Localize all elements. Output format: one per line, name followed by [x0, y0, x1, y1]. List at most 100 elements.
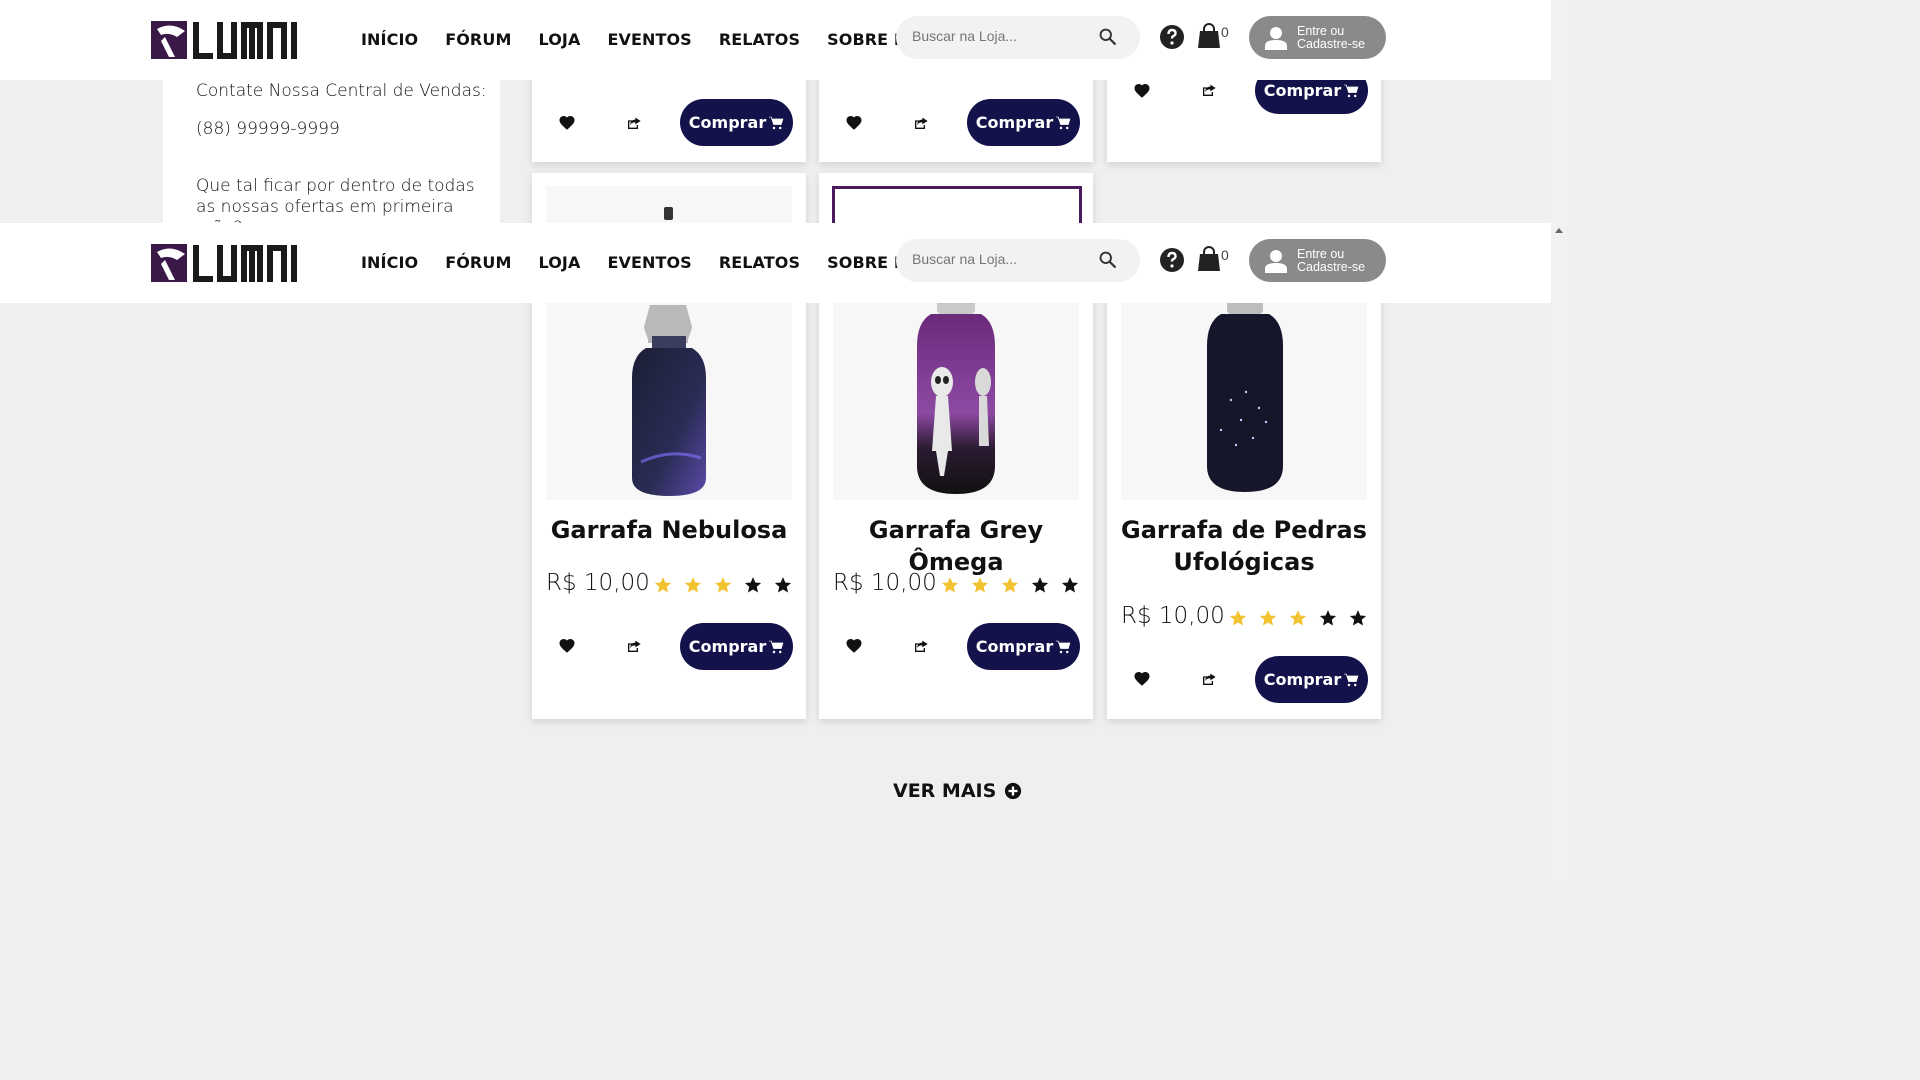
star-filled-icon[interactable]: [941, 576, 959, 594]
scrolled-view: Comprar Comprar Comprar Contate Nossa Ce…: [0, 80, 1551, 223]
nav-loja[interactable]: LOJA: [538, 30, 580, 49]
nav-relatos[interactable]: RELATOS: [719, 253, 800, 272]
heart-icon[interactable]: [558, 114, 576, 132]
nav-forum[interactable]: FÓRUM: [445, 253, 511, 272]
cart-icon: [1056, 640, 1071, 653]
product-card: Comprar: [819, 80, 1093, 162]
store-search: [896, 16, 1140, 59]
buy-button[interactable]: Comprar: [680, 99, 793, 146]
buy-button[interactable]: Comprar: [1255, 80, 1368, 114]
star-filled-icon[interactable]: [684, 576, 702, 594]
product-card: Comprar: [532, 80, 806, 162]
cart-icon: [1056, 116, 1071, 129]
nav-relatos[interactable]: RELATOS: [719, 30, 800, 49]
site-header: INÍCIO FÓRUM LOJA EVENTOS RELATOS SOBRE …: [0, 223, 1551, 303]
star-empty-icon[interactable]: [1319, 609, 1337, 627]
login-line2: Cadastre-se: [1297, 260, 1366, 274]
login-label: Entre ou Cadastre-se: [1297, 25, 1377, 51]
login-line2: Cadastre-se: [1297, 37, 1366, 51]
share-icon[interactable]: [913, 638, 929, 654]
cart-count: 0: [1221, 24, 1229, 40]
help-icon[interactable]: [1160, 248, 1184, 272]
heart-icon[interactable]: [558, 637, 576, 655]
product-name[interactable]: Garrafa Nebulosa: [532, 514, 806, 546]
product-image[interactable]: [1121, 290, 1367, 500]
buy-button-label: Comprar: [975, 113, 1054, 132]
scrollbar[interactable]: [1551, 0, 1568, 882]
scroll-up-arrow-icon[interactable]: [1553, 226, 1565, 236]
store-search: [896, 239, 1140, 282]
buy-button[interactable]: Comprar: [1255, 656, 1368, 703]
star-filled-icon[interactable]: [1001, 576, 1019, 594]
product-name[interactable]: Garrafa Grey Ômega: [819, 514, 1093, 578]
product-image[interactable]: [546, 186, 792, 223]
main-nav: INÍCIO FÓRUM LOJA EVENTOS RELATOS SOBRE …: [361, 253, 960, 272]
search-input[interactable]: [910, 27, 1094, 45]
product-card: Garrafa Nebulosa R$ 10,00 Comprar: [532, 290, 806, 719]
star-empty-icon[interactable]: [774, 576, 792, 594]
search-input[interactable]: [910, 250, 1094, 268]
share-icon[interactable]: [1201, 671, 1217, 687]
login-line1: Entre ou: [1297, 247, 1345, 261]
newsletter-promo: Que tal ficar por dentro de todas as nos…: [196, 176, 475, 223]
nav-eventos[interactable]: EVENTOS: [607, 30, 691, 49]
heart-icon[interactable]: [845, 637, 863, 655]
site-header: INÍCIO FÓRUM LOJA EVENTOS RELATOS SOBRE …: [0, 0, 1551, 80]
product-name[interactable]: Garrafa de Pedras Ufológicas: [1121, 514, 1367, 578]
lumni-logo[interactable]: [151, 19, 308, 61]
share-icon[interactable]: [626, 115, 642, 131]
product-rating: [1229, 609, 1367, 627]
star-filled-icon[interactable]: [654, 576, 672, 594]
buy-button[interactable]: Comprar: [967, 623, 1080, 670]
product-card: Garrafa Grey Ômega R$ 10,00 Comprar: [819, 290, 1093, 719]
shopping-bag-icon[interactable]: [1197, 246, 1221, 272]
heart-icon[interactable]: [1133, 670, 1151, 688]
search-icon[interactable]: [1099, 28, 1117, 46]
login-signup-button[interactable]: Entre ou Cadastre-se: [1249, 16, 1386, 59]
star-empty-icon[interactable]: [1031, 576, 1049, 594]
star-filled-icon[interactable]: [1259, 609, 1277, 627]
cart-icon: [769, 116, 784, 129]
nav-loja[interactable]: LOJA: [538, 253, 580, 272]
product-price: R$ 10,00: [833, 570, 937, 596]
star-empty-icon[interactable]: [744, 576, 762, 594]
heart-icon[interactable]: [845, 114, 863, 132]
product-card: Garrafa de Pedras Ufológicas R$ 10,00 Co…: [1107, 290, 1381, 719]
product-image[interactable]: [546, 290, 792, 500]
buy-button-label: Comprar: [688, 113, 767, 132]
see-more-button[interactable]: VER MAIS: [893, 780, 1022, 802]
help-icon[interactable]: [1160, 25, 1184, 49]
heart-icon[interactable]: [1133, 82, 1151, 100]
buy-button[interactable]: Comprar: [967, 99, 1080, 146]
star-filled-icon[interactable]: [1289, 609, 1307, 627]
contact-phone[interactable]: (88) 99999-9999: [196, 119, 340, 139]
product-image[interactable]: [833, 290, 1079, 500]
share-icon[interactable]: [913, 115, 929, 131]
nav-eventos[interactable]: EVENTOS: [607, 253, 691, 272]
lumni-logo[interactable]: [151, 242, 308, 284]
star-filled-icon[interactable]: [1229, 609, 1247, 627]
product-price: R$ 10,00: [546, 570, 650, 596]
shopping-bag-icon[interactable]: [1197, 23, 1221, 49]
product-price: R$ 10,00: [1121, 603, 1225, 629]
cart-icon: [1344, 673, 1359, 686]
product-rating: [654, 576, 792, 594]
product-card: Comprar: [1107, 80, 1381, 162]
page: Garrafa Nebulosa R$ 10,00 Comprar Garraf…: [0, 0, 1568, 882]
search-icon[interactable]: [1099, 251, 1117, 269]
nav-inicio[interactable]: INÍCIO: [361, 30, 418, 49]
share-icon[interactable]: [626, 638, 642, 654]
product-image[interactable]: [832, 186, 1082, 223]
star-filled-icon[interactable]: [714, 576, 732, 594]
user-icon: [1265, 27, 1287, 50]
login-signup-button[interactable]: Entre ou Cadastre-se: [1249, 239, 1386, 282]
buy-button[interactable]: Comprar: [680, 623, 793, 670]
star-empty-icon[interactable]: [1349, 609, 1367, 627]
nav-inicio[interactable]: INÍCIO: [361, 253, 418, 272]
star-filled-icon[interactable]: [971, 576, 989, 594]
star-empty-icon[interactable]: [1061, 576, 1079, 594]
see-more-label: VER MAIS: [893, 780, 997, 802]
buy-button-label: Comprar: [975, 637, 1054, 656]
share-icon[interactable]: [1201, 82, 1217, 98]
nav-forum[interactable]: FÓRUM: [445, 30, 511, 49]
